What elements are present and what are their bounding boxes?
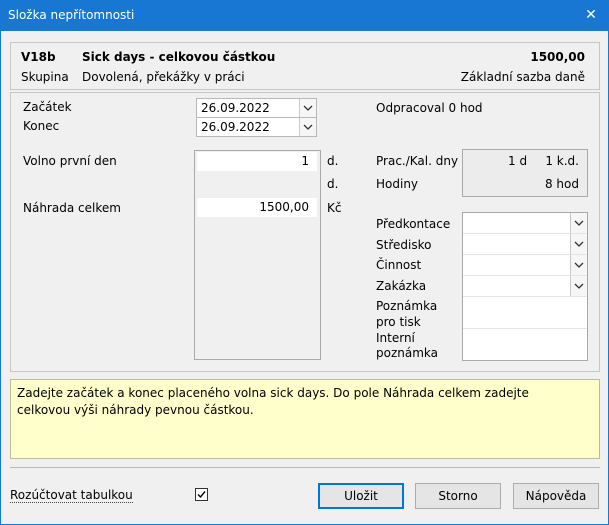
end-date-value: 26.09.2022 <box>201 120 270 134</box>
work-days-value: 1 d <box>508 154 528 168</box>
note-print-label-1: Poznámka <box>376 299 438 313</box>
total-compensation-value: 1500,00 <box>259 200 309 214</box>
tax-rate-label: Základní sazba daně <box>460 70 585 84</box>
chevron-down-icon[interactable] <box>570 234 587 254</box>
end-date-picker[interactable]: 26.09.2022 <box>196 117 317 137</box>
predkontace-select[interactable] <box>463 213 587 234</box>
end-label: Konec <box>23 119 60 133</box>
note-print-label-2: pro tisk <box>376 315 421 329</box>
calendar-days-value: 1 k.d. <box>545 154 579 168</box>
accounting-box <box>462 212 588 361</box>
zakazka-select[interactable] <box>463 276 587 297</box>
start-date-value: 26.09.2022 <box>201 101 270 115</box>
hint-text: Zadejte začátek a konec placeného volna … <box>17 386 529 417</box>
currency-label: Kč <box>327 201 342 215</box>
cinnost-label: Činnost <box>376 258 422 272</box>
chevron-down-icon[interactable] <box>570 276 587 296</box>
predkontace-label: Předkontace <box>376 217 451 231</box>
check-icon <box>197 491 206 499</box>
group-label: Skupina <box>21 70 69 84</box>
window-title: Složka nepřítomnosti <box>8 8 135 22</box>
absence-code: V18b <box>21 50 56 64</box>
group-value: Dovolená, překážky v práci <box>82 70 245 84</box>
main-panel: Začátek Konec 26.09.2022 26.09.2022 Odpr… <box>10 92 600 372</box>
note-internal-label-1: Interní <box>376 331 415 345</box>
stredisko-label: Středisko <box>376 238 432 252</box>
free-first-day-label: Volno první den <box>23 154 117 168</box>
title-bar: Složka nepřítomnosti ✕ <box>0 0 609 31</box>
help-button[interactable]: Nápověda <box>513 483 599 509</box>
worked-hours-label: Odpracoval 0 hod <box>376 101 483 115</box>
work-cal-days-label: Prac./Kal. dny <box>376 154 459 168</box>
hint-box: Zadejte začátek a konec placeného volna … <box>10 379 600 459</box>
absence-name: Sick days - celkovou částkou <box>82 50 276 64</box>
chevron-down-icon[interactable] <box>570 255 587 275</box>
hours-label: Hodiny <box>376 177 419 191</box>
chevron-down-icon[interactable] <box>570 213 587 233</box>
divider <box>10 467 600 468</box>
chevron-down-icon[interactable] <box>299 118 316 136</box>
free-first-day-value: 1 <box>301 154 309 168</box>
stredisko-select[interactable] <box>463 234 587 255</box>
split-by-table-checkbox[interactable] <box>195 488 208 501</box>
unit-days-1: d. <box>327 154 339 168</box>
note-internal-label-2: poznámka <box>376 346 438 360</box>
absence-amount: 1500,00 <box>530 50 585 64</box>
free-first-day-input[interactable]: 1 <box>197 152 317 171</box>
zakazka-label: Zakázka <box>376 279 427 293</box>
note-internal-input[interactable] <box>463 329 587 360</box>
fields-box <box>194 150 321 360</box>
cinnost-select[interactable] <box>463 255 587 276</box>
chevron-down-icon[interactable] <box>299 99 316 117</box>
cancel-button[interactable]: Storno <box>415 483 501 509</box>
start-date-picker[interactable]: 26.09.2022 <box>196 98 317 118</box>
unit-days-2: d. <box>327 177 339 191</box>
split-by-table-label[interactable]: Rozúčtovat tabulkou <box>10 488 133 503</box>
hours-value: 8 hod <box>544 177 579 191</box>
start-label: Začátek <box>23 100 72 114</box>
header-panel: V18b Sick days - celkovou částkou 1500,0… <box>10 42 600 90</box>
note-print-input[interactable] <box>463 297 587 329</box>
save-button[interactable]: Uložit <box>318 483 404 509</box>
close-icon[interactable]: ✕ <box>578 3 604 27</box>
total-compensation-input[interactable]: 1500,00 <box>197 198 317 217</box>
total-compensation-label: Náhrada celkem <box>23 201 121 215</box>
stats-box: 1 d 1 k.d. 8 hod <box>462 149 588 197</box>
